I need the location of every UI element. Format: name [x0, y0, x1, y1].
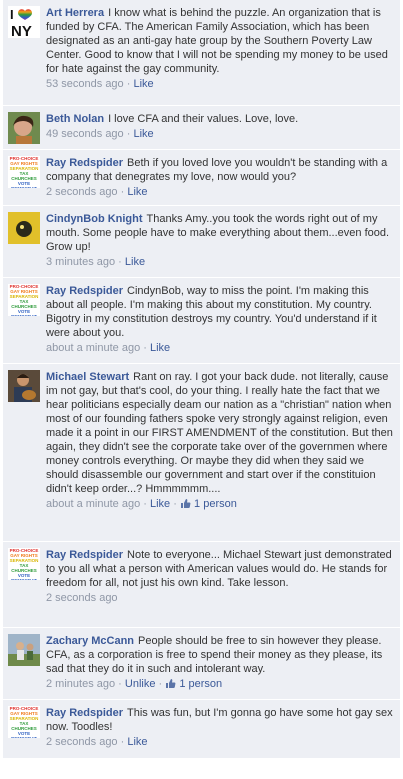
comment-item: PRO-CHOICE GAY RIGHTS SEPARATION TAX CHURCH…	[3, 542, 400, 628]
comment-author-link[interactable]: Zachary McCann	[46, 635, 134, 647]
comment-item: Beth Nolan I love CFA and their values. L…	[3, 106, 400, 150]
comment-author-link[interactable]: CindynBob Knight	[46, 213, 143, 225]
comment-text: I love CFA and their values. Love, love.	[108, 113, 299, 125]
comment-item: I NY Art Herrera I know what is behind th…	[3, 0, 400, 106]
comment-timestamp[interactable]: 49 seconds ago	[46, 128, 124, 140]
like-link[interactable]: Like	[127, 736, 147, 748]
comment-item: PRO-CHOICE GAY RIGHTS SEPARATION TAX CHURCH…	[3, 700, 400, 759]
comment-author-link[interactable]: Michael Stewart	[46, 371, 129, 383]
like-link[interactable]: Like	[125, 256, 145, 268]
comment-timestamp[interactable]: 2 minutes ago	[46, 678, 115, 690]
comment-item: CindynBob Knight Thanks Amy..you took the…	[3, 206, 400, 278]
comment-author-link[interactable]: Beth Nolan	[46, 113, 104, 125]
comment-meta: 49 seconds ago · Like	[46, 128, 154, 140]
comment-author-link[interactable]: Art Herrera	[46, 7, 104, 19]
likes-count-link[interactable]: 1 person	[179, 678, 222, 690]
unlike-link[interactable]: Unlike	[125, 678, 156, 690]
pro-choice-text-avatar[interactable]: PRO-CHOICE GAY RIGHTS SEPARATION TAX CHURCH…	[8, 548, 40, 580]
comment-meta: 2 seconds ago	[46, 591, 394, 605]
comment-feed: I NY Art Herrera I know what is behind th…	[0, 0, 403, 759]
thumbs-up-icon	[180, 498, 191, 513]
comment-author-link[interactable]: Ray Redspider	[46, 285, 123, 297]
comment-timestamp[interactable]: 2 seconds ago	[46, 736, 118, 748]
comment-meta: 2 minutes ago · Unlike · 1 person	[46, 677, 394, 693]
pro-choice-text-avatar[interactable]: PRO-CHOICE GAY RIGHTS SEPARATION TAX CHURCH…	[8, 284, 40, 316]
comment-text: Rant on ray. I got your back dude. not l…	[46, 371, 393, 495]
comment-item: PRO-CHOICE GAY RIGHTS SEPARATION TAX CHURCH…	[3, 150, 400, 206]
guitar-photo-avatar[interactable]	[8, 370, 40, 402]
comment-meta: 3 minutes ago · Like	[46, 256, 146, 268]
comment-meta: 2 seconds ago · Like	[46, 186, 148, 198]
comment-item: Michael Stewart Rant on ray. I got your b…	[3, 364, 400, 542]
comment-meta: 53 seconds ago · Like	[46, 78, 154, 90]
pro-choice-text-avatar[interactable]: PRO-CHOICE GAY RIGHTS SEPARATION TAX CHURCH…	[8, 156, 40, 188]
comment-author-link[interactable]: Ray Redspider	[46, 157, 123, 169]
comment-meta: about a minute ago · Like · 1 person	[46, 497, 394, 513]
outdoor-photo-avatar[interactable]	[8, 634, 40, 666]
comment-timestamp[interactable]: about a minute ago	[46, 342, 140, 354]
like-link[interactable]: Like	[150, 342, 170, 354]
pro-choice-text-avatar[interactable]: PRO-CHOICE GAY RIGHTS SEPARATION TAX CHURCH…	[8, 706, 40, 738]
like-link[interactable]: Like	[133, 78, 153, 90]
comment-item: Zachary McCann People should be free to s…	[3, 628, 400, 700]
like-link[interactable]: Like	[127, 186, 147, 198]
comment-meta: 2 seconds ago · Like	[46, 736, 148, 748]
yellow-photo-avatar[interactable]	[8, 212, 40, 244]
comment-author-link[interactable]: Ray Redspider	[46, 707, 123, 719]
svg-text:I: I	[10, 7, 14, 22]
comment-timestamp[interactable]: 2 seconds ago	[46, 186, 118, 198]
comment-timestamp[interactable]: 53 seconds ago	[46, 78, 124, 90]
thumbs-up-icon	[165, 678, 176, 693]
photo-avatar[interactable]	[8, 112, 40, 144]
comment-timestamp[interactable]: about a minute ago	[46, 498, 140, 510]
comment-author-link[interactable]: Ray Redspider	[46, 549, 123, 561]
likes-count-link[interactable]: 1 person	[194, 498, 237, 510]
comment-timestamp[interactable]: 2 seconds ago	[46, 592, 118, 604]
comment-timestamp[interactable]: 3 minutes ago	[46, 256, 115, 268]
svg-text:NY: NY	[11, 23, 32, 38]
comment-meta: about a minute ago · Like	[46, 342, 171, 354]
like-link[interactable]: Like	[133, 128, 153, 140]
like-link[interactable]: Like	[150, 498, 170, 510]
comment-item: PRO-CHOICE GAY RIGHTS SEPARATION TAX CHURCH…	[3, 278, 400, 364]
i-heart-ny-avatar[interactable]: I NY	[8, 6, 40, 38]
